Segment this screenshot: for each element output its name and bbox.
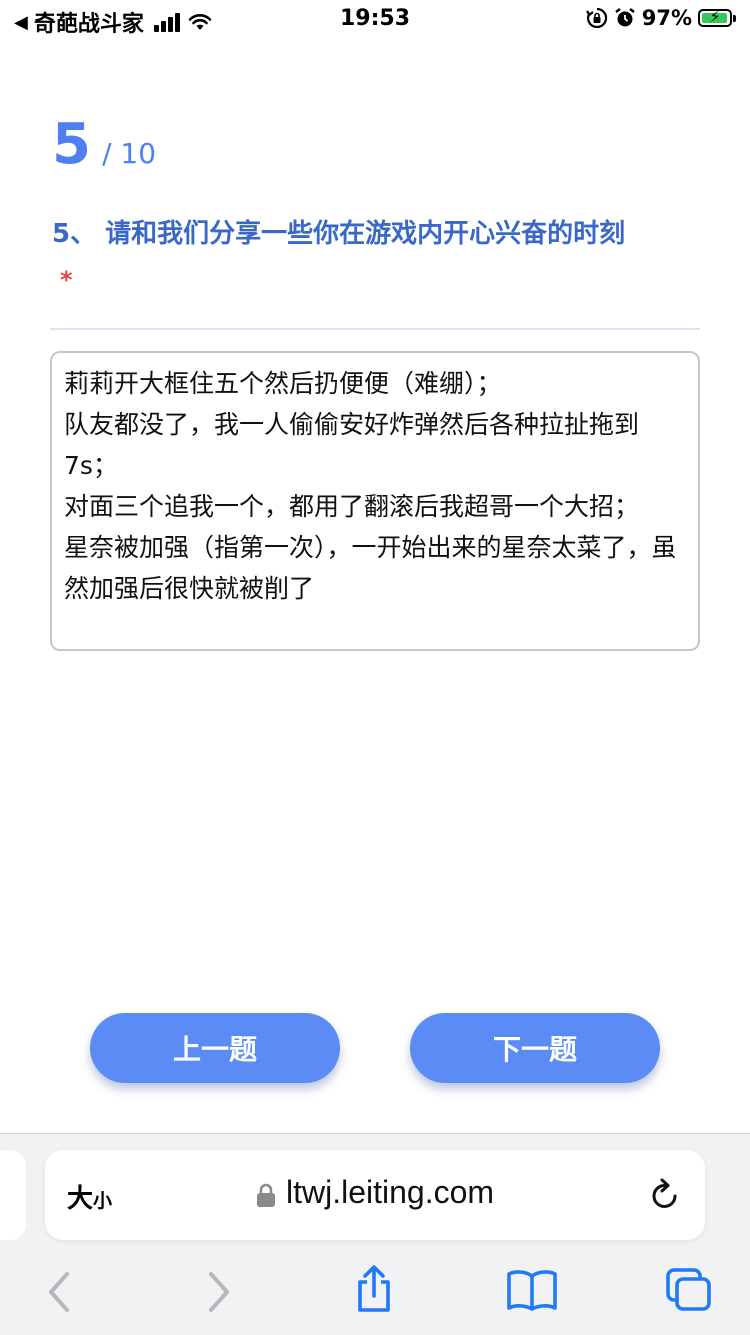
- battery-cap: [733, 14, 736, 22]
- forward-icon[interactable]: [200, 1270, 236, 1314]
- lock-icon: [256, 1183, 275, 1207]
- question-progress: 5 / 10: [52, 112, 156, 177]
- browser-chrome: 大小 ltwj.leiting.com: [0, 1133, 750, 1335]
- status-bar: ◀ 奇葩战斗家 19:53 97% ⚡: [0, 0, 750, 44]
- share-icon[interactable]: [352, 1264, 396, 1314]
- address-bar[interactable]: 大小 ltwj.leiting.com: [45, 1150, 705, 1240]
- progress-total: / 10: [102, 137, 157, 170]
- prev-question-button[interactable]: 上一题: [90, 1013, 340, 1083]
- reload-icon[interactable]: [649, 1177, 681, 1211]
- battery-charging-icon: ⚡: [698, 7, 732, 27]
- url-display[interactable]: ltwj.leiting.com: [45, 1174, 705, 1211]
- answer-textarea[interactable]: 莉莉开大框住五个然后扔便便（难绷）； 队友都没了，我一人偷偷安好炸弹然后各种拉扯…: [50, 351, 700, 651]
- progress-current: 5: [52, 112, 91, 177]
- url-text: ltwj.leiting.com: [285, 1174, 495, 1210]
- back-icon[interactable]: [42, 1270, 78, 1314]
- back-arrow-icon: ◀: [14, 11, 28, 33]
- back-to-app[interactable]: ◀ 奇葩战斗家: [14, 6, 212, 38]
- tabs-icon[interactable]: [664, 1266, 714, 1314]
- bolt-icon: ⚡: [709, 7, 721, 26]
- browser-toolbar: [0, 1260, 750, 1320]
- orientation-lock-icon: [585, 7, 607, 29]
- previous-tab-peek[interactable]: [0, 1150, 26, 1240]
- bookmarks-icon[interactable]: [505, 1268, 559, 1312]
- wifi-icon: [188, 14, 212, 30]
- alarm-icon: [615, 8, 635, 27]
- back-app-label: 奇葩战斗家: [33, 12, 144, 37]
- battery-percent: 97%: [641, 6, 692, 30]
- required-mark: *: [60, 266, 73, 294]
- signal-icon: [153, 12, 182, 32]
- next-question-button[interactable]: 下一题: [410, 1013, 660, 1083]
- divider: [50, 328, 700, 330]
- question-title: 5、 请和我们分享一些你在游戏内开心兴奋的时刻: [52, 219, 626, 249]
